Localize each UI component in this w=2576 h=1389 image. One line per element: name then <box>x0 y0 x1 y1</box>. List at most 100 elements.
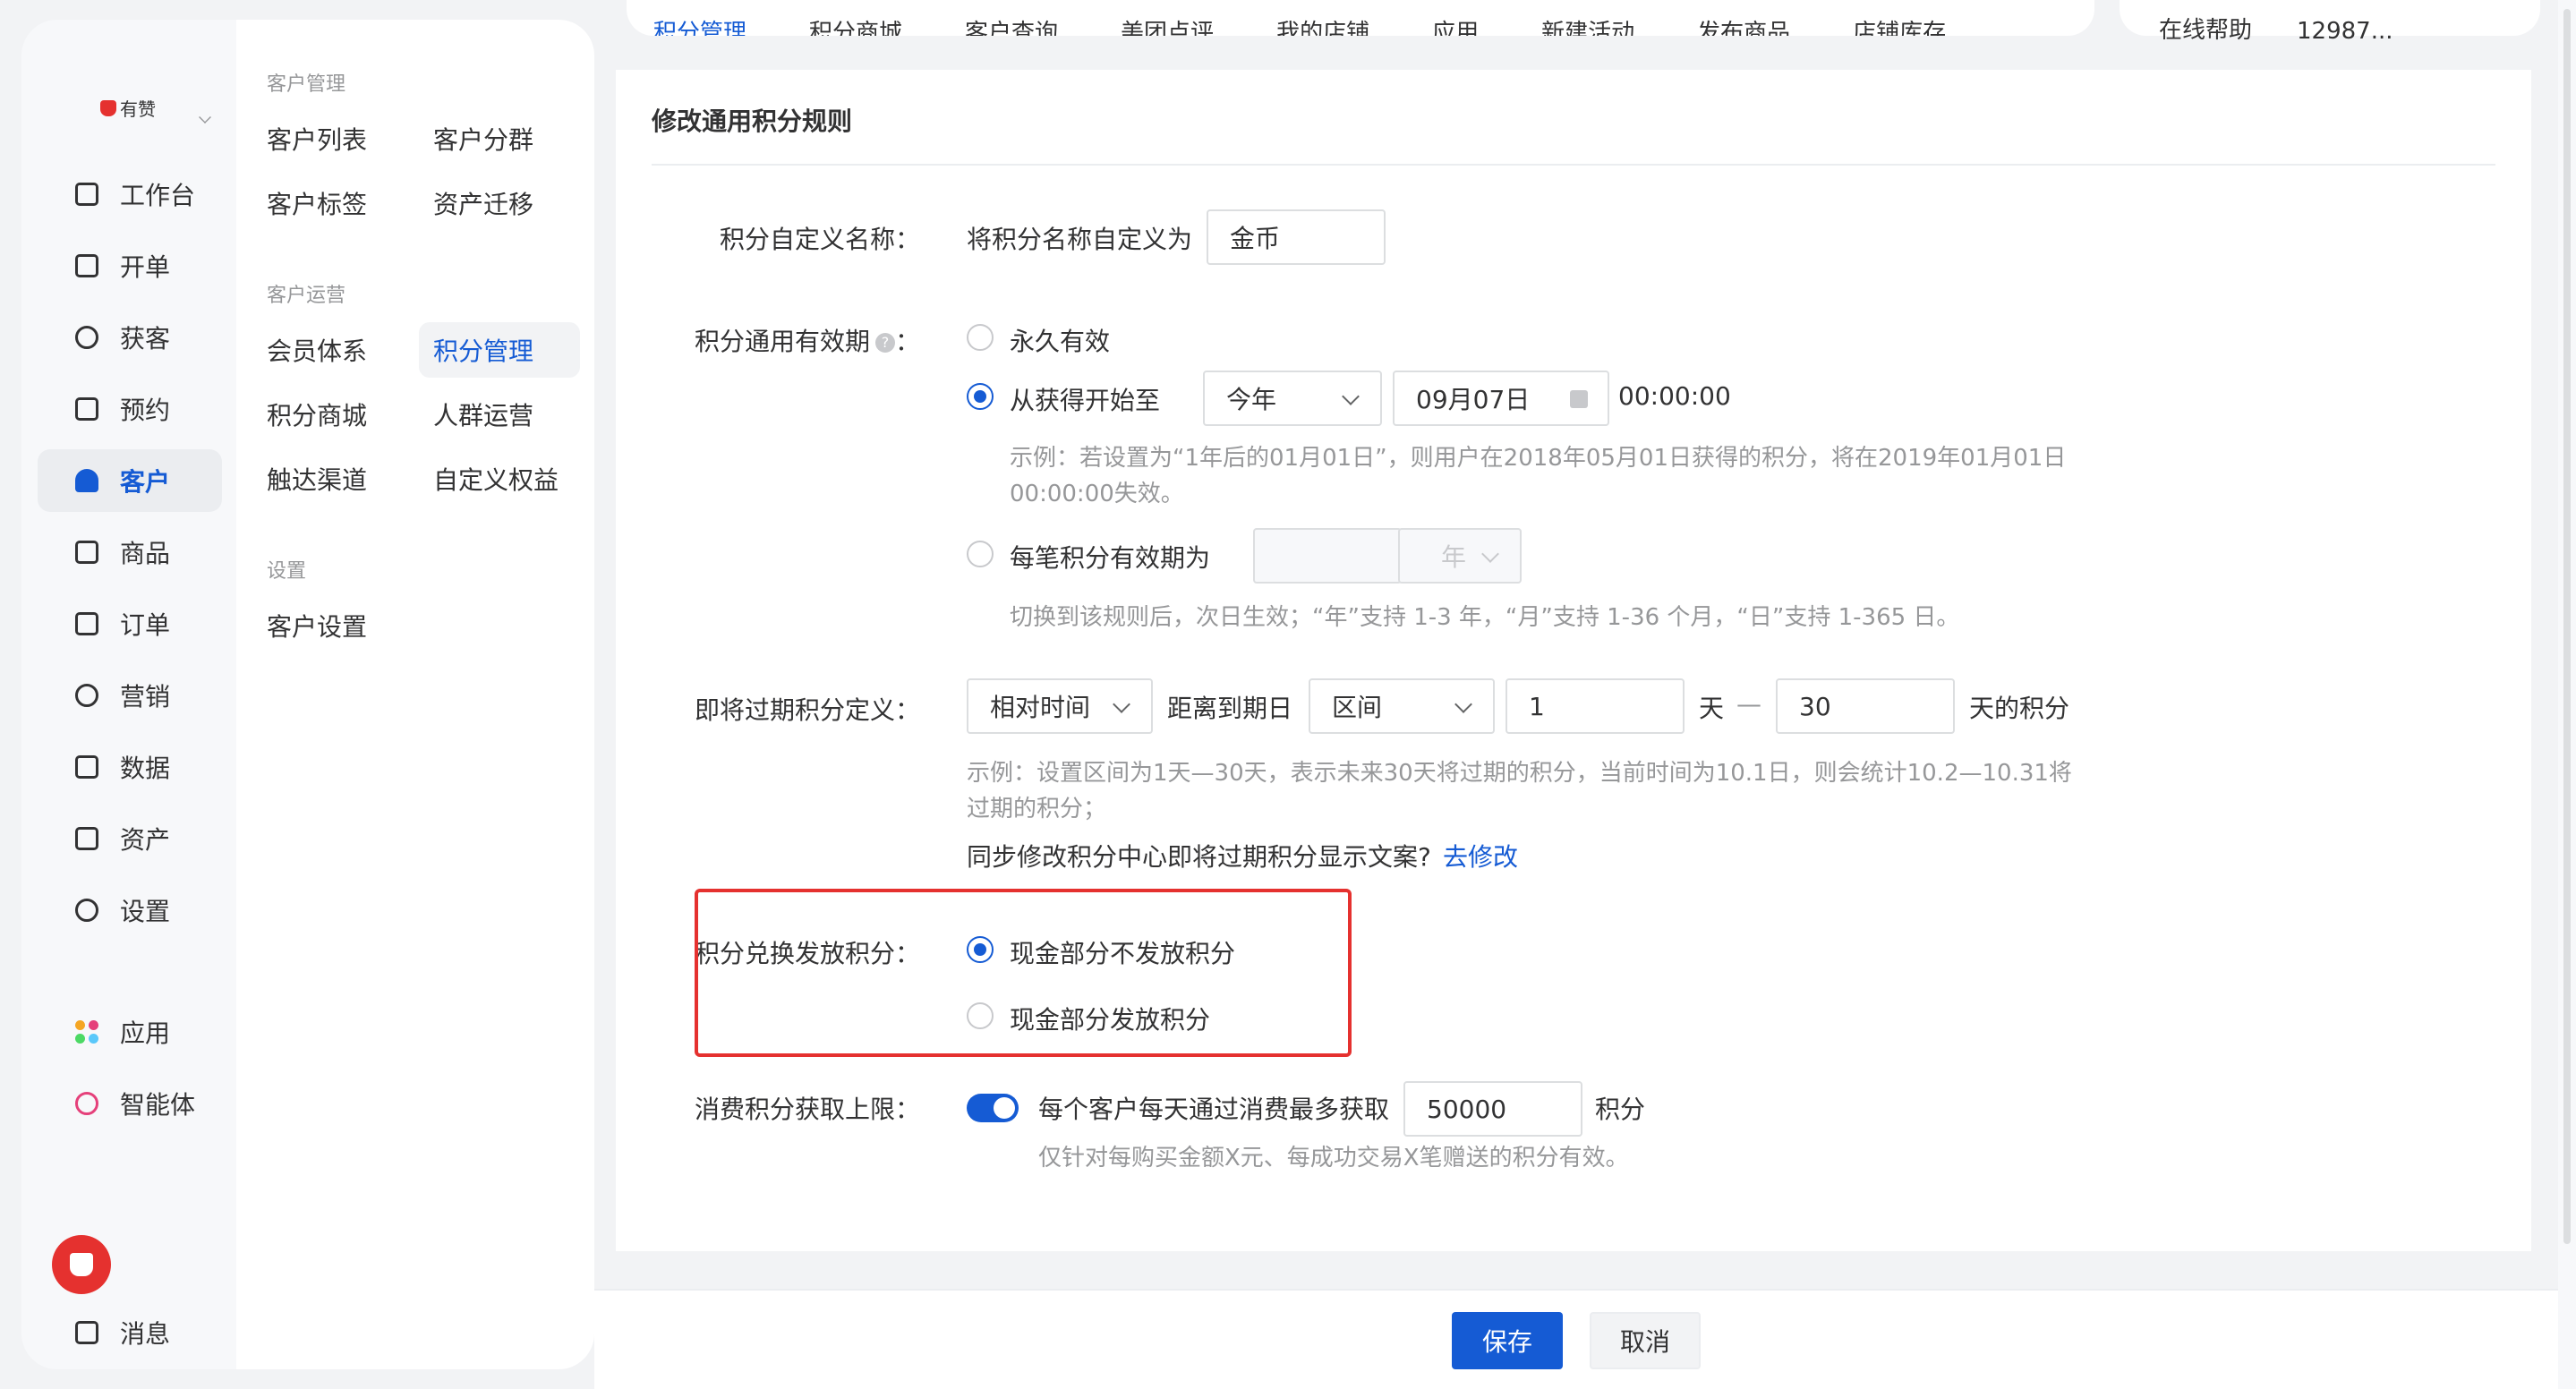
nav-item-workbench[interactable]: 工作台 <box>38 163 222 226</box>
tab-meituan[interactable]: 美团点评 <box>1121 21 1214 36</box>
nav-item-apps[interactable]: 应用 <box>38 1001 222 1063</box>
action-footer: 保存 取消 <box>594 1289 2576 1389</box>
distance-label: 距离到期日 <box>1167 694 1293 723</box>
tab-customer-query[interactable]: 客户查询 <box>965 21 1058 36</box>
radio-forever[interactable] <box>967 324 994 351</box>
sub-item-points-mall[interactable]: 积分商城 <box>252 387 414 442</box>
apps-icon <box>75 1020 98 1044</box>
nav-item-goods[interactable]: 商品 <box>38 521 222 584</box>
account-menu[interactable]: 12987... <box>2297 18 2393 45</box>
points-name-input[interactable]: 金币 <box>1207 209 1386 265</box>
sub-item-crowd-operation[interactable]: 人群运营 <box>419 387 580 442</box>
nav-label: 工作台 <box>120 181 196 210</box>
tab-points-mall[interactable]: 积分商城 <box>809 21 902 36</box>
nav-label: 设置 <box>120 897 171 926</box>
validity-hint-line2: 00:00:00失效。 <box>1010 481 1184 507</box>
nav-item-acquire[interactable]: 获客 <box>38 306 222 369</box>
sub-item-points-management[interactable]: 积分管理 <box>419 322 580 378</box>
sub-item-membership[interactable]: 会员体系 <box>252 322 414 378</box>
gear-icon <box>75 899 98 922</box>
limit-toggle[interactable] <box>967 1094 1019 1122</box>
radio-each[interactable] <box>967 541 994 567</box>
relative-time-select[interactable]: 相对时间 <box>967 678 1153 734</box>
sub-item-custom-benefits[interactable]: 自定义权益 <box>419 451 580 507</box>
limit-unit: 积分 <box>1595 1095 1646 1124</box>
primary-sidebar: 有赞 工作台 开单 获客 预约 客户 商品 订单 营销 数据 资产 设置 应用 … <box>21 20 236 1369</box>
cancel-button[interactable]: 取消 <box>1590 1312 1701 1369</box>
tab-store-inventory[interactable]: 店铺库存 <box>1853 21 1946 36</box>
tab-my-store[interactable]: 我的店铺 <box>1276 21 1369 36</box>
page-title: 修改通用积分规则 <box>652 107 853 136</box>
chevron-down-icon <box>1342 388 1360 405</box>
nav-item-data[interactable]: 数据 <box>38 736 222 798</box>
validity-colon: ： <box>894 327 920 356</box>
nav-label: 数据 <box>120 754 171 783</box>
each-period-input[interactable] <box>1253 528 1402 584</box>
page-scrollbar[interactable] <box>2558 0 2576 1389</box>
tab-apps[interactable]: 应用 <box>1432 21 1479 36</box>
points-name-value: 金币 <box>1230 224 1281 253</box>
sub-item-customer-settings[interactable]: 客户设置 <box>252 598 414 653</box>
each-unit-select[interactable]: 年 <box>1398 528 1522 584</box>
nav-item-settings[interactable]: 设置 <box>38 879 222 942</box>
agent-icon <box>75 1092 98 1115</box>
asset-icon <box>75 827 98 850</box>
document-icon <box>75 612 98 635</box>
custom-name-prefix: 将积分名称自定义为 <box>967 225 1193 254</box>
range-select[interactable]: 区间 <box>1309 678 1495 734</box>
scrollbar-thumb[interactable] <box>2563 9 2571 1244</box>
sync-edit-link[interactable]: 去修改 <box>1443 838 1518 873</box>
like-avatar[interactable] <box>52 1235 111 1294</box>
date-picker-value: 09月07日 <box>1416 385 1531 414</box>
highlight-frame <box>695 889 1352 1057</box>
nav-item-agent[interactable]: 智能体 <box>38 1072 222 1135</box>
sub-item-asset-migration[interactable]: 资产迁移 <box>419 175 580 231</box>
range-to-input[interactable]: 30 <box>1776 678 1955 734</box>
logo-text: 有赞 <box>120 98 156 120</box>
opt-from-start-label: 从获得开始至 <box>1010 386 1161 415</box>
expiring-hint-line2: 过期的积分； <box>967 796 1107 822</box>
time-value: 00:00:00 <box>1618 381 1731 411</box>
sub-item-reach-channel[interactable]: 触达渠道 <box>252 451 414 507</box>
thumb-up-icon <box>70 1253 93 1276</box>
sub-item-customer-list[interactable]: 客户列表 <box>252 111 414 166</box>
nav-label: 订单 <box>120 610 171 640</box>
nav-item-assets[interactable]: 资产 <box>38 807 222 870</box>
nav-label: 客户 <box>120 467 171 497</box>
title-divider <box>652 164 2495 166</box>
youzan-logo[interactable]: 有赞 <box>100 95 211 124</box>
chevron-down-icon[interactable] <box>199 111 211 124</box>
tab-publish-goods[interactable]: 发布商品 <box>1697 21 1790 36</box>
radio-from-start[interactable] <box>967 383 994 410</box>
nav-item-order-create[interactable]: 开单 <box>38 234 222 297</box>
top-right-bar: 在线帮助 12987... <box>2120 0 2540 45</box>
group-title-customer-management: 客户管理 <box>267 73 346 96</box>
nav-label: 消息 <box>120 1319 171 1349</box>
nav-item-marketing[interactable]: 营销 <box>38 664 222 727</box>
online-help-link[interactable]: 在线帮助 <box>2159 12 2252 45</box>
year-select-value: 今年 <box>1226 385 1277 414</box>
range-select-value: 区间 <box>1332 693 1383 722</box>
group-title-settings: 设置 <box>267 560 307 583</box>
limit-value-input[interactable]: 50000 <box>1403 1081 1582 1137</box>
save-button[interactable]: 保存 <box>1452 1312 1563 1369</box>
limit-hint: 仅针对每购买金额X元、每成功交易X笔赠送的积分有效。 <box>1038 1145 1629 1172</box>
acquire-icon <box>75 326 98 349</box>
calendar-icon <box>75 397 98 421</box>
help-icon[interactable]: ? <box>874 333 895 353</box>
sub-item-customer-tags[interactable]: 客户标签 <box>252 175 414 231</box>
expiring-hint-line1: 示例：设置区间为1天—30天，表示未来30天将过期的积分，当前时间为10.1日，… <box>967 760 2072 787</box>
year-select[interactable]: 今年 <box>1203 371 1382 426</box>
range-from-input[interactable]: 1 <box>1506 678 1685 734</box>
nav-item-booking[interactable]: 预约 <box>38 378 222 440</box>
nav-item-messages[interactable]: 消息 <box>38 1301 222 1364</box>
nav-label: 资产 <box>120 825 171 855</box>
nav-label: 商品 <box>120 539 171 568</box>
date-picker[interactable]: 09月07日 <box>1393 371 1609 426</box>
tab-points-management[interactable]: 积分管理 <box>653 21 746 36</box>
sub-item-customer-group[interactable]: 客户分群 <box>419 111 580 166</box>
nav-item-customer[interactable]: 客户 <box>38 449 222 512</box>
nav-item-orders[interactable]: 订单 <box>38 592 222 655</box>
tab-new-activity[interactable]: 新建活动 <box>1541 21 1634 36</box>
nav-label: 获客 <box>120 324 171 354</box>
